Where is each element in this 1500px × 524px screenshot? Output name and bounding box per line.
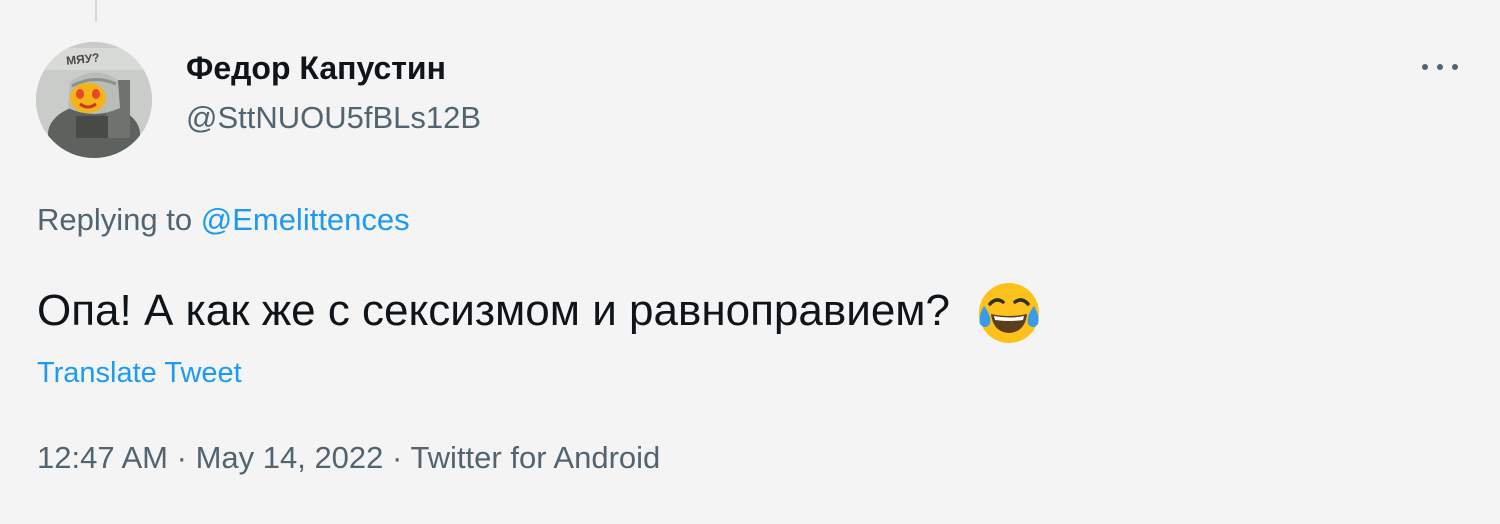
- replying-to-line: Replying to @Emelittences: [37, 202, 410, 238]
- tweet-card: МЯУ? Федор Капустин @SttNUOU5fBLs12B Rep…: [0, 0, 1500, 524]
- tweet-metadata: 12:47 AM · May 14, 2022 · Twitter for An…: [37, 440, 660, 476]
- meta-separator: ·: [176, 440, 187, 475]
- more-horizontal-icon-dot: [1437, 64, 1443, 70]
- translate-tweet-link[interactable]: Translate Tweet: [37, 357, 242, 390]
- author-name[interactable]: Федор Капустин: [186, 50, 446, 87]
- replying-to-label: Replying to: [37, 202, 193, 237]
- tweet-date-link[interactable]: May 14, 2022: [196, 440, 384, 475]
- tweet-text: Опа! А как же с сексизмом и равноправием…: [37, 278, 1042, 344]
- tweet-time-link[interactable]: 12:47 AM: [37, 440, 168, 475]
- avatar-image: МЯУ?: [36, 42, 152, 158]
- tweet-source: Twitter for Android: [410, 440, 661, 475]
- face-with-tears-of-joy-emoji-icon: [976, 280, 1042, 346]
- tweet-body: Опа! А как же с сексизмом и равноправием…: [37, 286, 951, 335]
- more-options-button[interactable]: [1418, 52, 1462, 82]
- thread-connector-line: [95, 0, 97, 22]
- avatar[interactable]: МЯУ?: [36, 42, 152, 158]
- meta-separator: ·: [392, 440, 403, 475]
- more-horizontal-icon-dot: [1452, 64, 1458, 70]
- author-handle[interactable]: @SttNUOU5fBLs12B: [186, 100, 481, 136]
- replying-to-mention-link[interactable]: @Emelittences: [201, 202, 410, 237]
- more-horizontal-icon: [1422, 64, 1428, 70]
